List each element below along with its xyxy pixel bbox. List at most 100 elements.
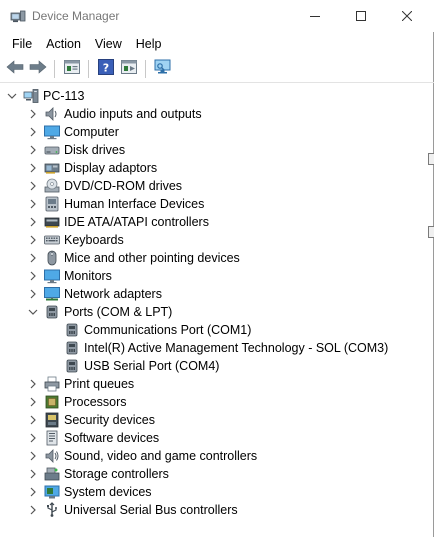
tree-category-dvd-cd-rom-drives[interactable]: DVD/CD-ROM drives <box>0 177 432 195</box>
menu-action[interactable]: Action <box>39 34 88 54</box>
tree-device-label: USB Serial Port (COM4) <box>84 359 220 373</box>
sound-icon <box>44 448 60 464</box>
scan-hardware-icon <box>154 59 172 78</box>
tree-category-label: Monitors <box>64 269 112 283</box>
chevron-down-icon[interactable] <box>27 303 39 321</box>
tree-category-label: Processors <box>64 395 127 409</box>
maximize-button[interactable] <box>338 0 384 32</box>
keyboard-icon <box>44 232 60 248</box>
tree-category-label: Network adapters <box>64 287 162 301</box>
storage-controller-icon <box>44 466 60 482</box>
tree-category-label: Ports (COM & LPT) <box>64 305 173 319</box>
tree-category-audio-inputs-and-outputs[interactable]: Audio inputs and outputs <box>0 105 432 123</box>
port-icon <box>64 340 80 356</box>
tree-category-label: Software devices <box>64 431 160 445</box>
tree-device-item[interactable]: USB Serial Port (COM4) <box>0 357 432 375</box>
tree-category-human-interface-devices[interactable]: Human Interface Devices <box>0 195 432 213</box>
tree-category-security-devices[interactable]: Security devices <box>0 411 432 429</box>
port-icon <box>44 304 60 320</box>
update-driver-button[interactable] <box>118 58 140 80</box>
port-icon <box>64 322 80 338</box>
tree-category-label: Human Interface Devices <box>64 197 205 211</box>
title-bar[interactable]: Device Manager <box>0 0 434 32</box>
tree-device-item[interactable]: Intel(R) Active Management Technology - … <box>0 339 432 357</box>
tree-category-disk-drives[interactable]: Disk drives <box>0 141 432 159</box>
window-title: Device Manager <box>32 9 120 23</box>
chevron-right-icon[interactable] <box>27 447 39 465</box>
forward-button[interactable] <box>27 58 49 80</box>
back-button[interactable] <box>4 58 26 80</box>
tree-category-label: Universal Serial Bus controllers <box>64 503 238 517</box>
menu-file[interactable]: File <box>5 34 39 54</box>
security-device-icon <box>44 412 60 428</box>
disk-drive-icon <box>44 142 60 158</box>
chevron-right-icon[interactable] <box>27 249 39 267</box>
menu-view[interactable]: View <box>88 34 129 54</box>
update-driver-icon <box>121 60 137 77</box>
tree-category-label: Sound, video and game controllers <box>64 449 258 463</box>
scan-hardware-button[interactable] <box>152 58 174 80</box>
chevron-right-icon[interactable] <box>27 393 39 411</box>
computer-icon <box>44 124 60 140</box>
tree-category-sound-video-and-game-controllers[interactable]: Sound, video and game controllers <box>0 447 432 465</box>
tree-category-label: DVD/CD-ROM drives <box>64 179 183 193</box>
tree-category-label: IDE ATA/ATAPI controllers <box>64 215 209 229</box>
tree-category-label: Display adaptors <box>64 161 158 175</box>
chevron-right-icon[interactable] <box>27 141 39 159</box>
tree-category-computer[interactable]: Computer <box>0 123 432 141</box>
tree-category-ide-ata-atapi-controllers[interactable]: IDE ATA/ATAPI controllers <box>0 213 432 231</box>
tree-category-processors[interactable]: Processors <box>0 393 432 411</box>
menu-help[interactable]: Help <box>129 34 169 54</box>
tree-category-storage-controllers[interactable]: Storage controllers <box>0 465 432 483</box>
chevron-right-icon[interactable] <box>27 501 39 519</box>
chevron-right-icon[interactable] <box>27 105 39 123</box>
properties-button[interactable] <box>61 58 83 80</box>
tree-category-mice-and-other-pointing-devices[interactable]: Mice and other pointing devices <box>0 249 432 267</box>
chevron-right-icon[interactable] <box>27 411 39 429</box>
chevron-right-icon[interactable] <box>27 123 39 141</box>
chevron-right-icon[interactable] <box>27 159 39 177</box>
properties-icon <box>64 60 80 77</box>
svg-text:?: ? <box>103 62 109 75</box>
tree-category-software-devices[interactable]: Software devices <box>0 429 432 447</box>
chevron-right-icon[interactable] <box>27 483 39 501</box>
chevron-right-icon[interactable] <box>27 267 39 285</box>
device-tree: PC-113 Audio inputs and outputs Computer D… <box>0 87 432 519</box>
tree-device-label: Intel(R) Active Management Technology - … <box>84 341 389 355</box>
tree-category-universal-serial-bus-controllers[interactable]: Universal Serial Bus controllers <box>0 501 432 519</box>
display-adaptor-icon <box>44 160 60 176</box>
chevron-right-icon[interactable] <box>27 213 39 231</box>
tree-category-label: System devices <box>64 485 152 499</box>
software-device-icon <box>44 430 60 446</box>
close-button[interactable] <box>384 0 430 32</box>
help-button[interactable]: ? <box>95 58 117 80</box>
chevron-right-icon[interactable] <box>27 375 39 393</box>
chevron-right-icon[interactable] <box>27 231 39 249</box>
back-arrow-icon <box>6 60 24 77</box>
tree-category-monitors[interactable]: Monitors <box>0 267 432 285</box>
tree-category-print-queues[interactable]: Print queues <box>0 375 432 393</box>
tree-root-node[interactable]: PC-113 <box>0 87 432 105</box>
window-edge-marker <box>428 226 434 238</box>
chevron-down-icon[interactable] <box>6 87 18 105</box>
tree-category-network-adapters[interactable]: Network adapters <box>0 285 432 303</box>
chevron-right-icon[interactable] <box>27 195 39 213</box>
tree-device-item[interactable]: Communications Port (COM1) <box>0 321 432 339</box>
chevron-right-icon[interactable] <box>27 429 39 447</box>
tree-category-label: Disk drives <box>64 143 126 157</box>
tree-category-display-adaptors[interactable]: Display adaptors <box>0 159 432 177</box>
forward-arrow-icon <box>29 60 47 77</box>
tree-category-keyboards[interactable]: Keyboards <box>0 231 432 249</box>
tree-category-system-devices[interactable]: System devices <box>0 483 432 501</box>
chevron-right-icon[interactable] <box>27 177 39 195</box>
chevron-right-icon[interactable] <box>27 285 39 303</box>
device-manager-window: Device Manager File Action View Help ? P… <box>0 0 434 537</box>
tree-category-label: Keyboards <box>64 233 124 247</box>
processor-icon <box>44 394 60 410</box>
tree-category-ports-com-lpt[interactable]: Ports (COM & LPT) <box>0 303 432 321</box>
toolbar-separator <box>145 59 146 78</box>
tree-category-label: Mice and other pointing devices <box>64 251 240 265</box>
dvd-icon <box>44 178 60 194</box>
chevron-right-icon[interactable] <box>27 465 39 483</box>
minimize-button[interactable] <box>292 0 338 32</box>
